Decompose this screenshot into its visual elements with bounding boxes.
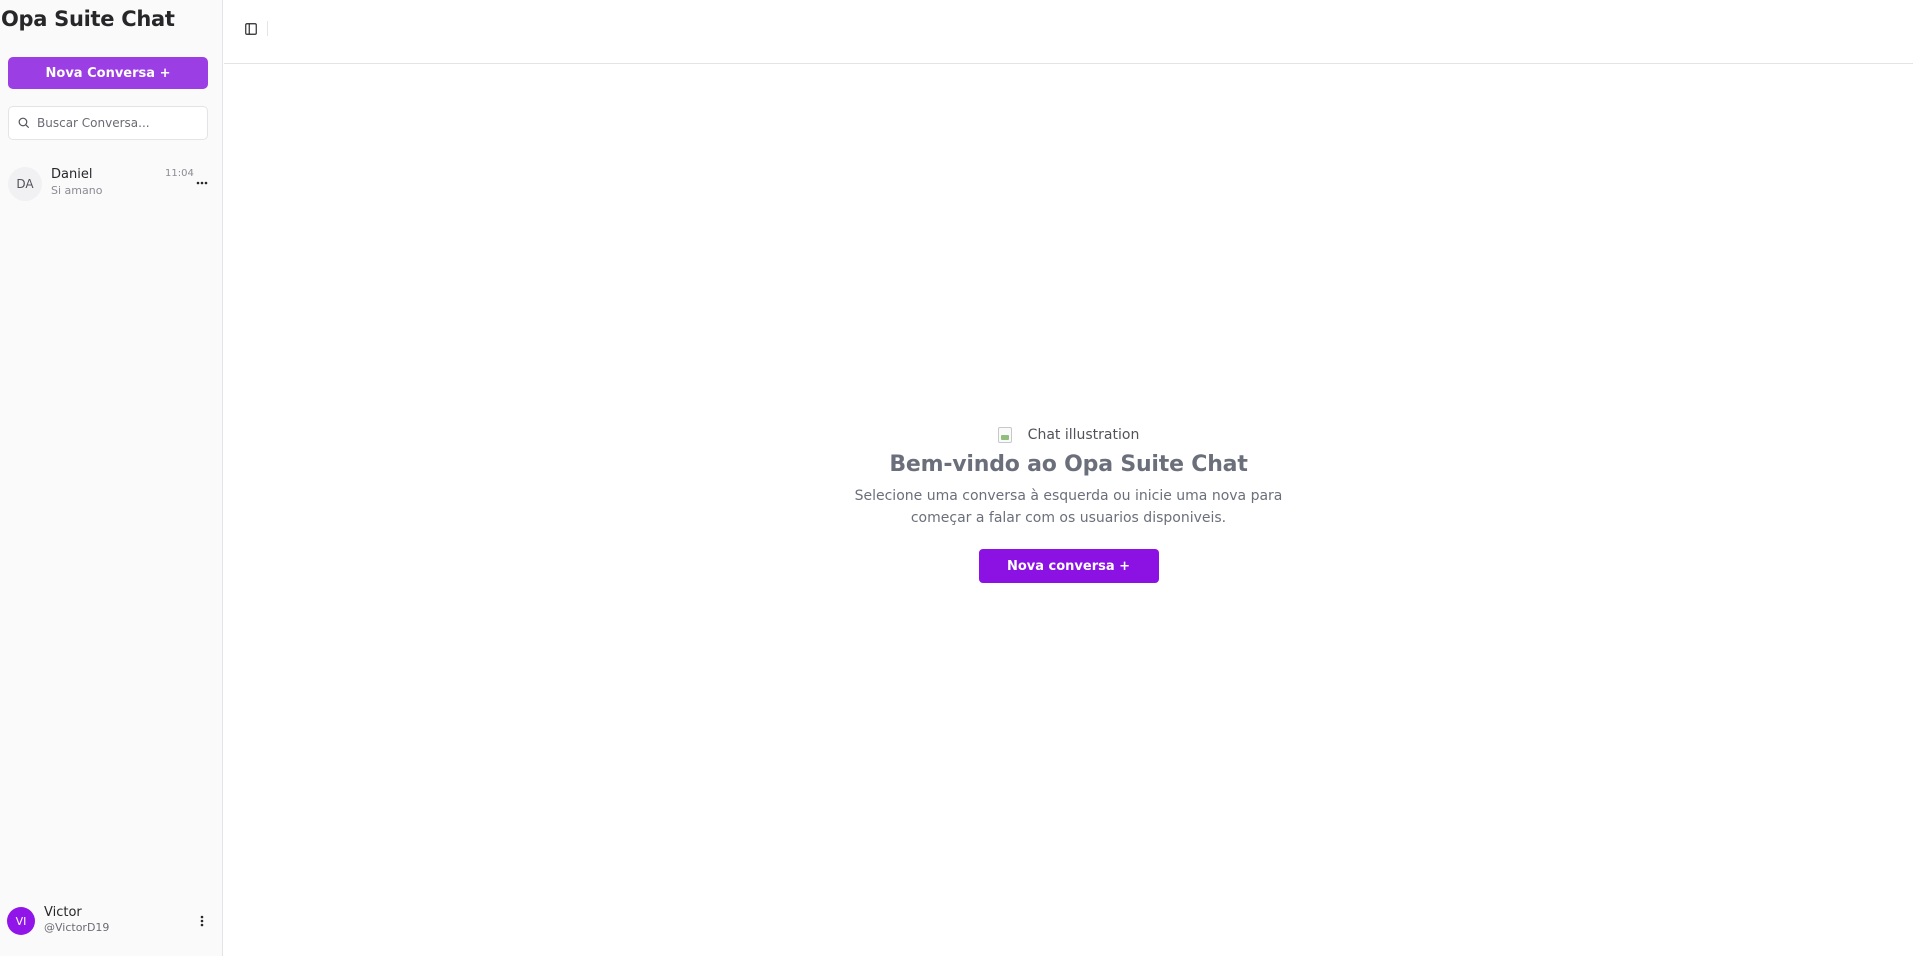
welcome-title: Bem-vindo ao Opa Suite Chat	[889, 452, 1248, 477]
sidebar-toggle-icon[interactable]	[240, 18, 262, 40]
main-panel: Chat illustration Bem-vindo ao Opa Suite…	[224, 0, 1913, 956]
avatar: VI	[7, 907, 35, 935]
sidebar: Opa Suite Chat Nova Conversa + DA Daniel…	[0, 0, 223, 956]
top-bar	[224, 0, 1913, 64]
conversation-time: 11:04	[165, 168, 194, 179]
search-box[interactable]	[8, 106, 208, 140]
app-title: Opa Suite Chat	[1, 7, 175, 31]
conversation-item[interactable]: DA Daniel Si amano 11:04	[0, 163, 222, 205]
welcome-description: Selecione uma conversa à esquerda ou ini…	[834, 485, 1304, 529]
conversation-preview: Si amano	[51, 184, 103, 197]
user-footer: VI Victor @VictorD19	[0, 900, 222, 942]
search-icon	[17, 114, 30, 133]
conversation-name: Daniel	[51, 167, 93, 182]
illustration-alt-text: Chat illustration	[1027, 427, 1140, 443]
topbar-divider	[267, 21, 268, 36]
search-input[interactable]	[37, 116, 197, 130]
user-name: Victor	[44, 905, 82, 920]
welcome-panel: Chat illustration Bem-vindo ao Opa Suite…	[224, 424, 1913, 583]
more-vertical-icon[interactable]	[193, 912, 211, 930]
welcome-description-line: Selecione uma conversa à esquerda ou ini…	[854, 488, 1283, 504]
broken-image-icon	[997, 427, 1012, 443]
start-conversation-button[interactable]: Nova conversa +	[978, 549, 1159, 583]
more-horizontal-icon[interactable]	[194, 175, 210, 191]
user-handle: @VictorD19	[44, 921, 110, 934]
new-conversation-button[interactable]: Nova Conversa +	[8, 57, 208, 89]
welcome-description-line: começar a falar com os usuarios disponiv…	[910, 510, 1227, 526]
conversation-avatar: DA	[8, 167, 42, 201]
chat-illustration: Chat illustration	[997, 424, 1140, 446]
